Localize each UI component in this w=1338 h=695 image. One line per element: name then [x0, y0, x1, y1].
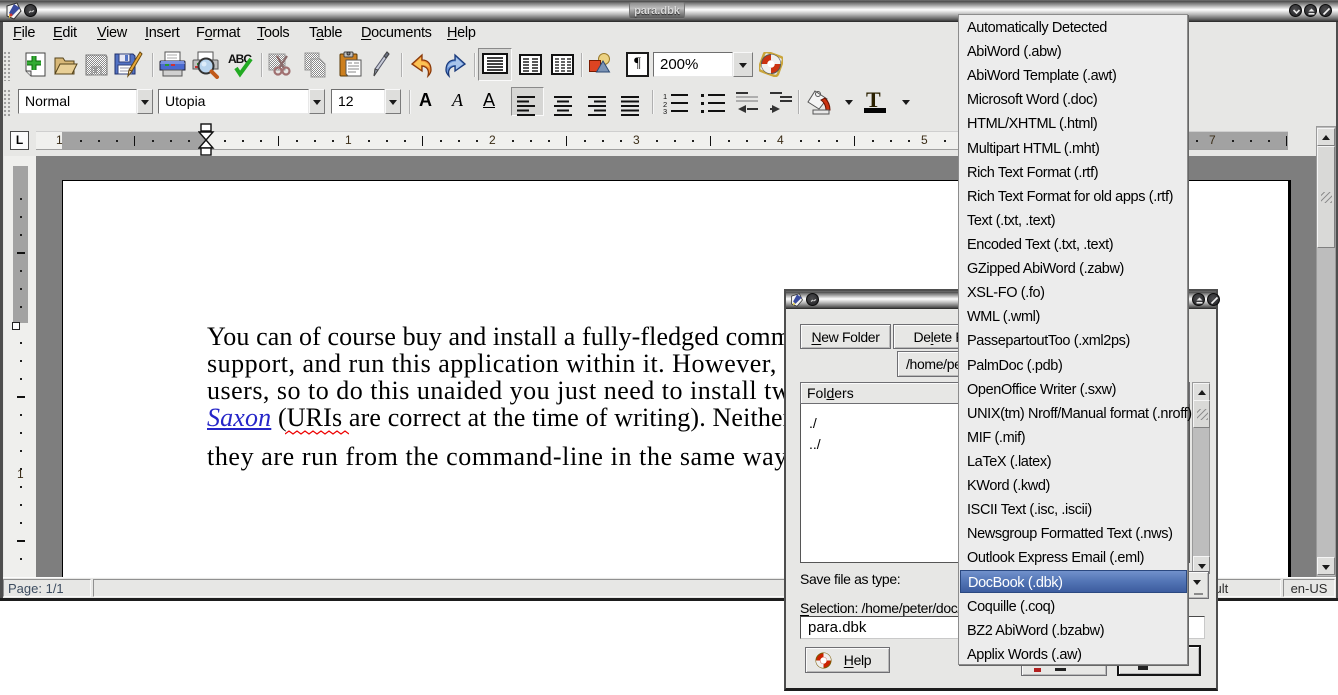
svg-text:3: 3 [663, 107, 667, 114]
